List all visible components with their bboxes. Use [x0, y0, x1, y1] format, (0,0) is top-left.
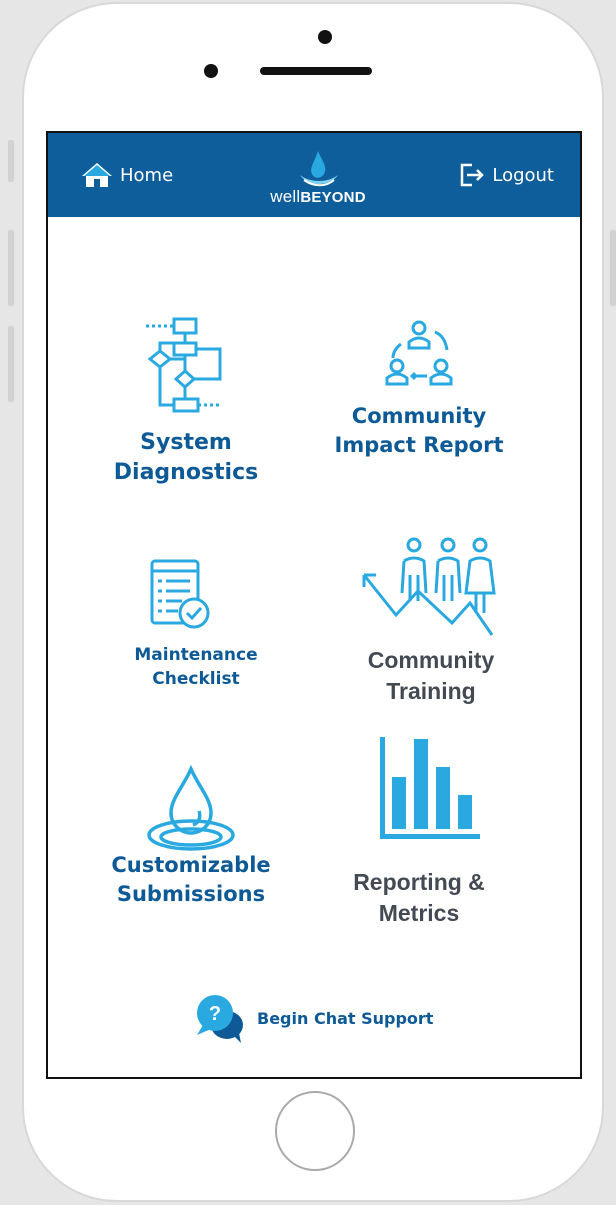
- earpiece-speaker: [260, 67, 372, 75]
- community-cycle-icon: [385, 320, 453, 386]
- community-training-tile[interactable]: Community Training: [346, 533, 516, 708]
- logout-icon: [461, 163, 485, 187]
- tile-label-line2: Metrics: [378, 900, 460, 926]
- tile-label-line2: Diagnostics: [113, 460, 259, 485]
- tile-label-line1: Maintenance: [134, 645, 258, 665]
- app-screen: Home wellBEYOND Logout System Diagnostic…: [46, 131, 582, 1079]
- power-button: [610, 230, 616, 306]
- logout-nav-link[interactable]: Logout: [458, 161, 554, 189]
- logo-suffix: BEYOND: [300, 189, 366, 206]
- bar-chart-icon: [380, 737, 480, 839]
- wellbeyond-logo: wellBEYOND: [258, 147, 378, 211]
- tile-label-line1: Community: [351, 404, 487, 428]
- tile-label-line1: System: [140, 430, 232, 455]
- chat-help-icon: ?: [197, 995, 243, 1043]
- customizable-submissions-tile[interactable]: Customizable Submissions: [96, 765, 286, 915]
- tile-label-line1: Reporting &: [353, 869, 485, 895]
- home-label: Home: [120, 164, 174, 186]
- logout-label: Logout: [492, 164, 554, 186]
- chat-support-label: Begin Chat Support: [257, 1008, 434, 1028]
- reporting-metrics-tile[interactable]: Reporting & Metrics: [334, 737, 504, 927]
- tile-label-line1: Customizable: [111, 853, 271, 877]
- house-icon: [82, 163, 112, 187]
- proximity-sensor: [204, 64, 218, 78]
- flowchart-icon: [146, 317, 222, 413]
- header-bar: Home wellBEYOND Logout: [48, 133, 580, 217]
- front-camera: [318, 30, 332, 44]
- tile-label: Reporting & Metrics: [334, 867, 504, 929]
- tile-label: Community Training: [346, 645, 516, 707]
- tile-label: Community Impact Report: [324, 402, 514, 460]
- logo-wordmark: wellBEYOND: [258, 187, 378, 207]
- volume-up-button: [8, 230, 14, 306]
- system-diagnostics-tile[interactable]: System Diagnostics: [106, 313, 266, 493]
- tile-label: System Diagnostics: [106, 428, 266, 488]
- people-growth-icon: [362, 537, 496, 636]
- checklist-icon: [150, 559, 210, 629]
- community-impact-report-tile[interactable]: Community Impact Report: [324, 318, 514, 468]
- maintenance-checklist-tile[interactable]: Maintenance Checklist: [116, 557, 276, 697]
- volume-down-button: [8, 326, 14, 402]
- hardware-home-button[interactable]: [275, 1091, 355, 1171]
- tile-label: Customizable Submissions: [96, 851, 286, 909]
- chat-support-link[interactable]: ? Begin Chat Support: [193, 993, 433, 1043]
- tile-label-line2: Training: [386, 678, 476, 704]
- tile-label-line2: Impact Report: [334, 433, 504, 457]
- water-drop-icon: [147, 765, 235, 851]
- home-nav-link[interactable]: Home: [80, 161, 173, 189]
- tile-label-line2: Submissions: [116, 882, 266, 906]
- svg-text:?: ?: [209, 1003, 221, 1025]
- tile-label-line1: Community: [367, 647, 495, 673]
- tile-label-line2: Checklist: [152, 669, 240, 689]
- tile-label: Maintenance Checklist: [116, 643, 276, 691]
- water-wave-logo-icon: [300, 151, 338, 187]
- logo-prefix: well: [270, 187, 301, 206]
- mute-switch: [8, 140, 14, 182]
